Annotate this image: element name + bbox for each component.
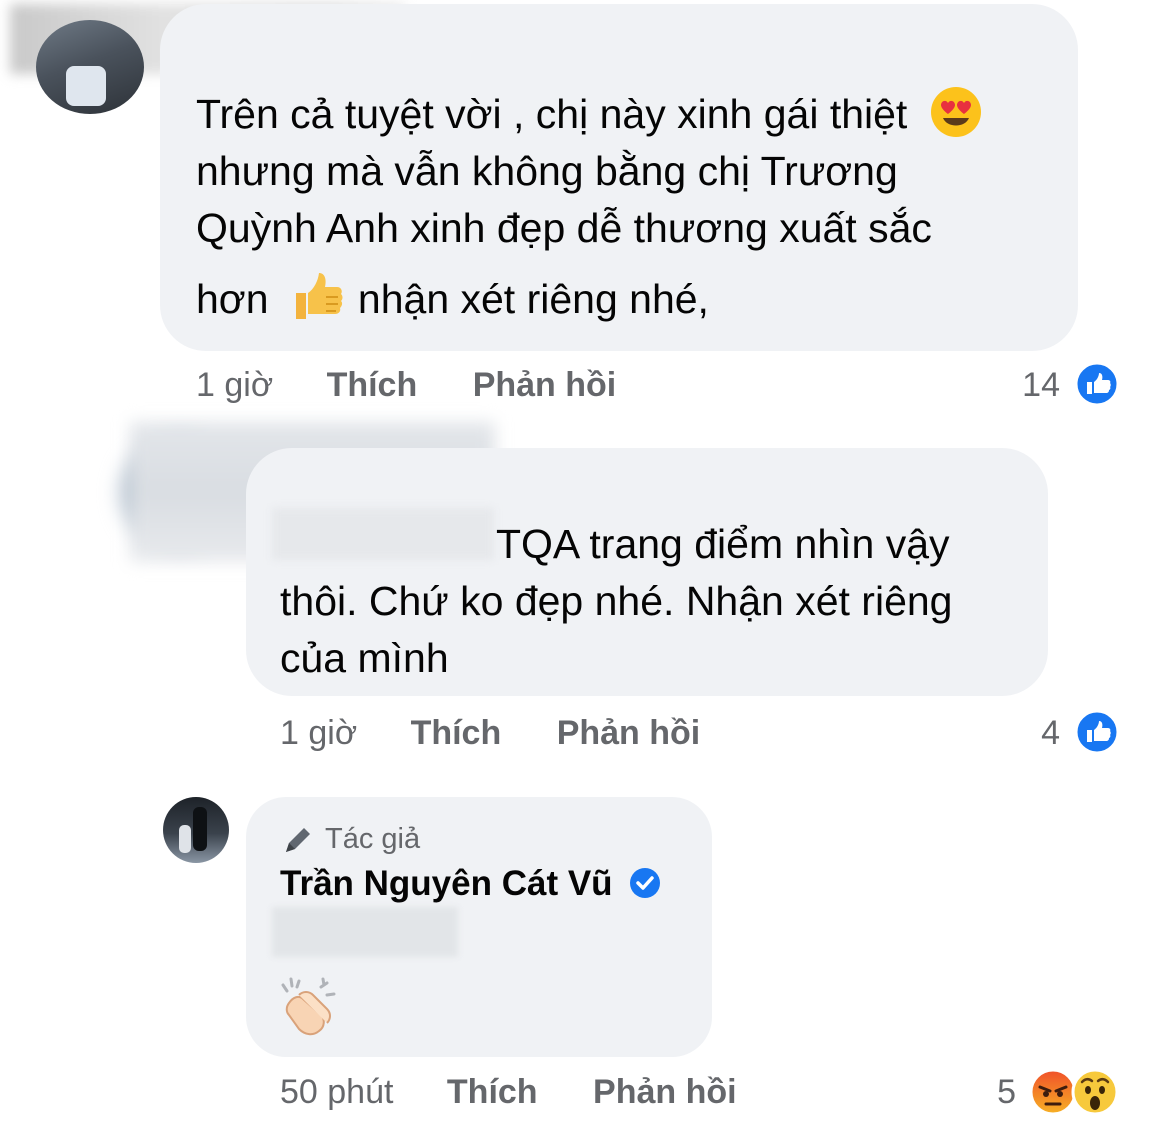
author-name-text[interactable]: Trần Nguyên Cát Vũ bbox=[280, 864, 613, 903]
comment-text: Trên cả tuyệt vời , chị này xinh gái thi… bbox=[196, 86, 1066, 328]
comment-line: hơn bbox=[196, 276, 269, 322]
author-badge: Tác giả bbox=[325, 823, 421, 855]
reaction-count[interactable]: 5 bbox=[960, 1073, 1016, 1112]
avatar-figure bbox=[66, 66, 106, 106]
avatar-figure bbox=[179, 825, 191, 853]
comment-text: TQA trang điểm nhìn vậy thôi. Chứ ko đẹp… bbox=[280, 516, 1040, 687]
comment-line: nhưng mà vẫn không bằng chị Trương bbox=[196, 148, 898, 194]
reaction-count[interactable]: 4 bbox=[990, 714, 1060, 753]
author-name[interactable]: Trần Nguyên Cát Vũ bbox=[280, 864, 662, 904]
comment-line: thôi. Chứ ko đẹp nhé. Nhận xét riêng bbox=[280, 578, 953, 624]
like-link[interactable]: Thích bbox=[447, 1073, 538, 1111]
comment-line: nhận xét riêng nhé, bbox=[357, 276, 709, 322]
avatar-figure bbox=[193, 807, 207, 851]
pencil-icon bbox=[286, 828, 310, 852]
blurred-mention bbox=[272, 907, 458, 957]
author-avatar[interactable] bbox=[163, 797, 229, 863]
comment-line: Quỳnh Anh xinh đẹp dễ thương xuất sắc bbox=[196, 205, 932, 251]
reaction-count[interactable]: 14 bbox=[990, 366, 1060, 405]
comment-time[interactable]: 1 giờ bbox=[280, 714, 357, 752]
reply-link[interactable]: Phản hồi bbox=[473, 366, 617, 404]
like-reaction-icon[interactable] bbox=[1074, 709, 1120, 755]
reply-link[interactable]: Phản hồi bbox=[593, 1073, 737, 1111]
comment-line: TQA trang điểm nhìn vậy bbox=[496, 521, 950, 567]
verified-badge-icon bbox=[630, 867, 661, 898]
like-reaction-icon[interactable] bbox=[1074, 361, 1120, 407]
wow-reaction-icon[interactable] bbox=[1070, 1067, 1120, 1117]
comment-time[interactable]: 1 giờ bbox=[196, 366, 273, 404]
comment-actions: 1 giờ Thích Phản hồi bbox=[280, 714, 700, 753]
like-link[interactable]: Thích bbox=[327, 366, 418, 404]
comment-line: của mình bbox=[280, 635, 449, 681]
avatar[interactable] bbox=[36, 20, 144, 114]
clapping-hands-emoji bbox=[281, 977, 336, 1036]
comment-line: Trên cả tuyệt vời , chị này xinh gái thi… bbox=[196, 91, 908, 137]
thumbs-up-emoji bbox=[295, 273, 343, 320]
heart-eyes-emoji bbox=[930, 87, 981, 138]
comment-time[interactable]: 50 phút bbox=[280, 1073, 393, 1111]
like-link[interactable]: Thích bbox=[411, 714, 502, 752]
comment-actions: 50 phút Thích Phản hồi bbox=[280, 1073, 737, 1112]
reply-link[interactable]: Phản hồi bbox=[557, 714, 701, 752]
comment-actions: 1 giờ Thích Phản hồi bbox=[196, 366, 616, 405]
